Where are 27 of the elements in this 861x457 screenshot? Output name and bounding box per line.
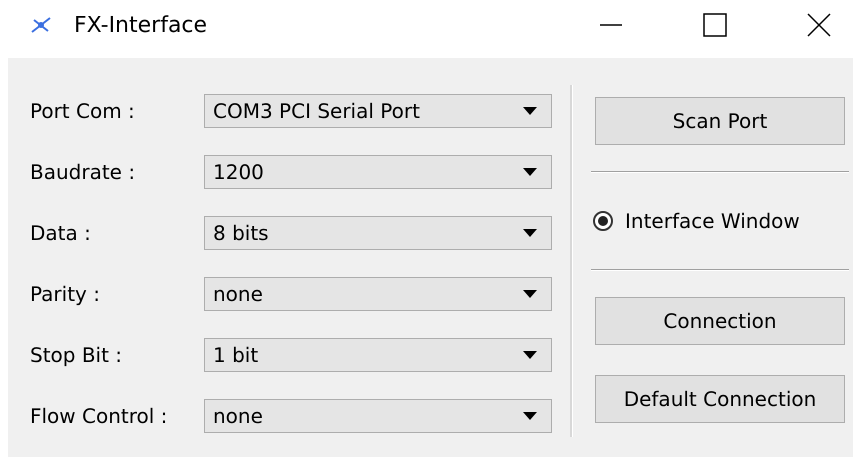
field-label: Port Com : [30,99,136,123]
field-label: Flow Control : [30,404,168,428]
close-icon[interactable] [807,13,831,37]
caret-icon [523,168,537,176]
caret-icon [523,107,537,115]
field-label: Stop Bit : [30,343,124,367]
button[interactable]: Scan Port [595,97,845,145]
radio-button[interactable] [593,211,613,231]
button[interactable]: Default Connection [595,375,845,423]
app-icon [30,16,52,34]
field-label: Data : [30,221,92,245]
dropdown[interactable]: 1 bit [204,338,552,372]
dropdown[interactable]: none [204,277,552,311]
caret-icon [523,290,537,298]
dropdown[interactable]: none [204,399,552,433]
window-title: FX-Interface [74,12,208,38]
field-label: Parity : [30,282,101,306]
radio-label[interactable]: Interface Window [625,209,800,233]
dropdown[interactable]: COM3 PCI Serial Port [204,94,552,128]
caret-icon [523,351,537,359]
dropdown[interactable]: 8 bits [204,216,552,250]
caret-icon [523,229,537,237]
field-label: Baudrate : [30,160,136,184]
maximize-icon[interactable] [703,13,727,37]
dropdown[interactable]: 1200 [204,155,552,189]
caret-icon [523,412,537,420]
button[interactable]: Connection [595,297,845,345]
